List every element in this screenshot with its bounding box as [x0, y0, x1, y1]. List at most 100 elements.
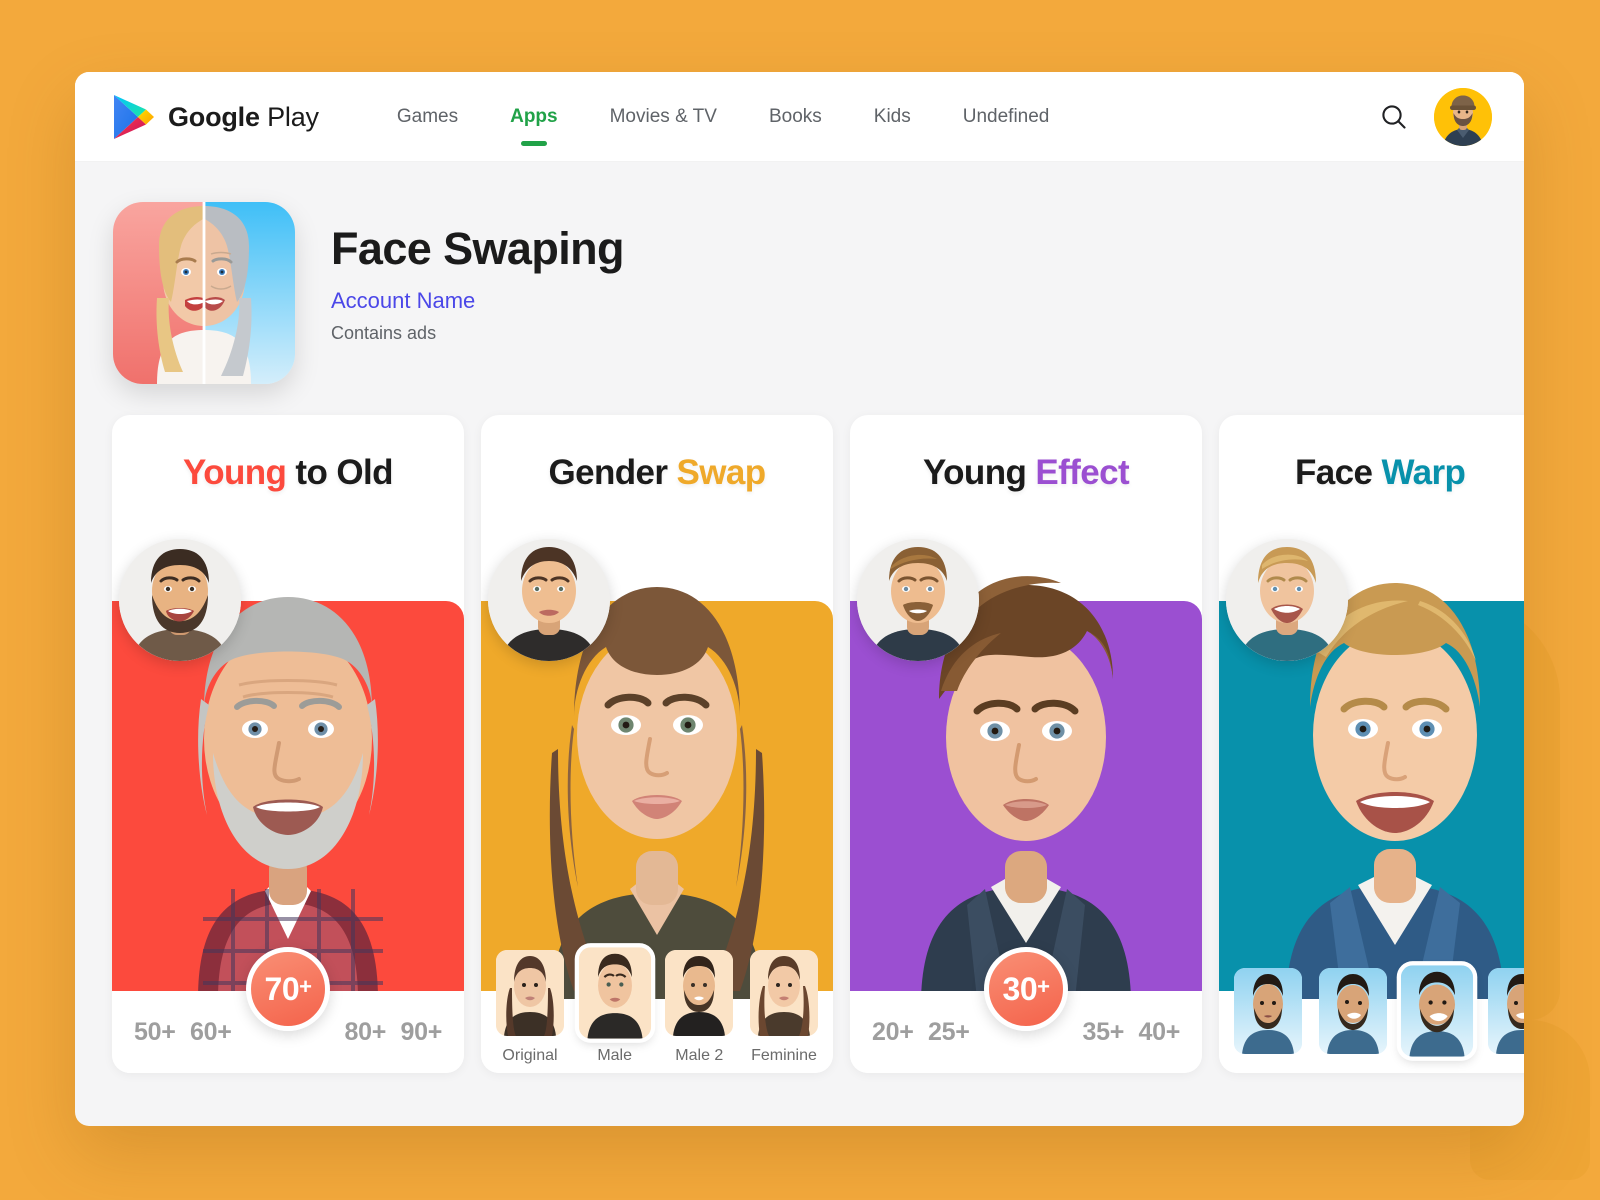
card-title: Face Warp — [1219, 453, 1524, 493]
blond-man-source-face-icon — [1226, 539, 1348, 661]
card-young-to-old[interactable]: Young to Old 50+ 60+ 80+ 90+ 70 + — [112, 415, 464, 1073]
variant-thumb-strip: Original Male Male 2 Feminine — [481, 947, 833, 1073]
card-title-rest: Young — [922, 453, 1027, 492]
card-title: Gender Swap — [481, 453, 833, 493]
brand-name: Google Play — [168, 102, 319, 133]
thumb-image — [1401, 965, 1474, 1057]
thumb-warp-2[interactable] — [1318, 968, 1387, 1065]
card-title: Young to Old — [112, 453, 464, 493]
brand-name-bold: Google — [168, 101, 260, 132]
search-icon — [1379, 102, 1409, 132]
male-variant-icon — [578, 947, 651, 1039]
face-swap-app-icon — [113, 202, 295, 384]
thumb-label: Male 2 — [675, 1047, 724, 1064]
card-title-accent: Young — [183, 453, 287, 492]
thumb-feminine[interactable]: Feminine — [749, 950, 818, 1065]
tab-games[interactable]: Games — [371, 72, 484, 162]
card-title-accent: Swap — [667, 453, 767, 492]
age-selected-plus: + — [1037, 974, 1050, 999]
thumb-image — [1234, 968, 1302, 1054]
source-face-badge[interactable] — [119, 539, 241, 661]
developer-link[interactable]: Account Name — [331, 288, 624, 314]
thumb-male[interactable]: Male — [578, 947, 651, 1065]
source-face-badge[interactable] — [857, 539, 979, 661]
age-option-35[interactable]: 35+ — [1082, 1018, 1124, 1047]
avatar[interactable] — [1434, 88, 1492, 146]
contains-ads-note: Contains ads — [331, 322, 437, 343]
card-young-effect[interactable]: Young Effect 20+ 25+ 35+ 40+ 30 + — [850, 415, 1202, 1073]
age-selected-plus: + — [299, 974, 312, 999]
age-option-25[interactable]: 25+ — [928, 1018, 970, 1047]
warp-variant-2-icon — [1318, 968, 1387, 1054]
thumb-image — [1487, 968, 1524, 1054]
age-selected-badge[interactable]: 70 + — [246, 947, 330, 1031]
browser-window: Google Play Games Apps Movies & TV Books… — [75, 72, 1524, 1126]
source-face-badge[interactable] — [488, 539, 610, 661]
age-selected-value: 70 — [264, 970, 300, 1007]
thumb-warp-3[interactable] — [1401, 965, 1474, 1065]
feature-cards-row: Young to Old 50+ 60+ 80+ 90+ 70 + Gender… — [75, 415, 1524, 1073]
age-selected-badge[interactable]: 30 + — [984, 947, 1068, 1031]
card-stage — [1219, 539, 1524, 999]
tab-movies-tv[interactable]: Movies & TV — [584, 72, 743, 162]
thumb-image — [1318, 968, 1387, 1054]
app-icon[interactable] — [113, 202, 295, 384]
card-title-rest: Face — [1295, 453, 1373, 492]
thumb-image — [749, 950, 818, 1036]
app-meta: Face Swaping Account Name Contains ads — [295, 202, 624, 344]
active-tab-underline — [520, 141, 547, 146]
search-button[interactable] — [1372, 95, 1416, 139]
source-face-badge[interactable] — [1226, 539, 1348, 661]
card-stage — [850, 539, 1202, 999]
card-title: Young Effect — [850, 453, 1202, 493]
tab-apps[interactable]: Apps — [484, 72, 584, 162]
tab-kids[interactable]: Kids — [848, 72, 937, 162]
page-title: Face Swaping — [331, 223, 624, 274]
warp-variant-3-icon — [1401, 965, 1474, 1057]
age-option-80[interactable]: 80+ — [344, 1018, 386, 1047]
google-play-brand[interactable]: Google Play — [113, 94, 319, 140]
card-title-rest: to Old — [286, 453, 393, 492]
card-stage — [481, 539, 833, 999]
app-header: Face Swaping Account Name Contains ads — [75, 162, 1524, 407]
age-option-20[interactable]: 20+ — [872, 1018, 914, 1047]
male2-variant-icon — [665, 950, 734, 1036]
age-option-50[interactable]: 50+ — [134, 1018, 176, 1047]
thumb-label: Male — [597, 1047, 632, 1064]
thumb-label: Original — [502, 1047, 558, 1064]
age-option-40[interactable]: 40+ — [1138, 1018, 1180, 1047]
nav-tabs: Games Apps Movies & TV Books Kids Undefi… — [371, 72, 1076, 162]
thumb-male-2[interactable]: Male 2 — [665, 950, 734, 1065]
warp-variant-4-icon — [1487, 968, 1524, 1054]
user-avatar-icon — [1434, 88, 1492, 146]
brand-name-thin: Play — [267, 101, 319, 132]
age-option-60[interactable]: 60+ — [190, 1018, 232, 1047]
tab-undefined-label: Undefined — [962, 106, 1050, 127]
warp-variant-1-icon — [1234, 968, 1302, 1054]
card-title-rest: Gender — [548, 453, 668, 492]
thumb-image — [496, 950, 564, 1036]
thumb-warp-4[interactable] — [1487, 968, 1524, 1065]
feminine-variant-icon — [749, 950, 818, 1036]
tab-apps-label: Apps — [510, 106, 558, 127]
top-navigation-bar: Google Play Games Apps Movies & TV Books… — [75, 72, 1524, 162]
tab-movies-tv-label: Movies & TV — [609, 106, 717, 127]
tab-undefined[interactable]: Undefined — [937, 72, 1076, 162]
age-option-90[interactable]: 90+ — [400, 1018, 442, 1047]
card-stage — [112, 539, 464, 999]
young-man-source-face-icon — [488, 539, 610, 661]
card-face-warp[interactable]: Face Warp — [1219, 415, 1524, 1073]
thumb-label: Feminine — [751, 1047, 817, 1064]
thumb-warp-1[interactable] — [1234, 968, 1302, 1065]
card-title-accent: Warp — [1372, 453, 1466, 492]
thumb-original[interactable]: Original — [496, 950, 564, 1065]
female-variant-icon — [496, 950, 564, 1036]
tab-books-label: Books — [768, 106, 822, 127]
mature-man-source-face-icon — [857, 539, 979, 661]
tab-books[interactable]: Books — [743, 72, 848, 162]
variant-thumb-strip — [1219, 949, 1524, 1073]
card-title-accent: Effect — [1026, 453, 1130, 492]
thumb-image — [578, 947, 651, 1039]
card-gender-swap[interactable]: Gender Swap Original Male Male 2 Feminin… — [481, 415, 833, 1073]
tab-games-label: Games — [396, 106, 459, 127]
